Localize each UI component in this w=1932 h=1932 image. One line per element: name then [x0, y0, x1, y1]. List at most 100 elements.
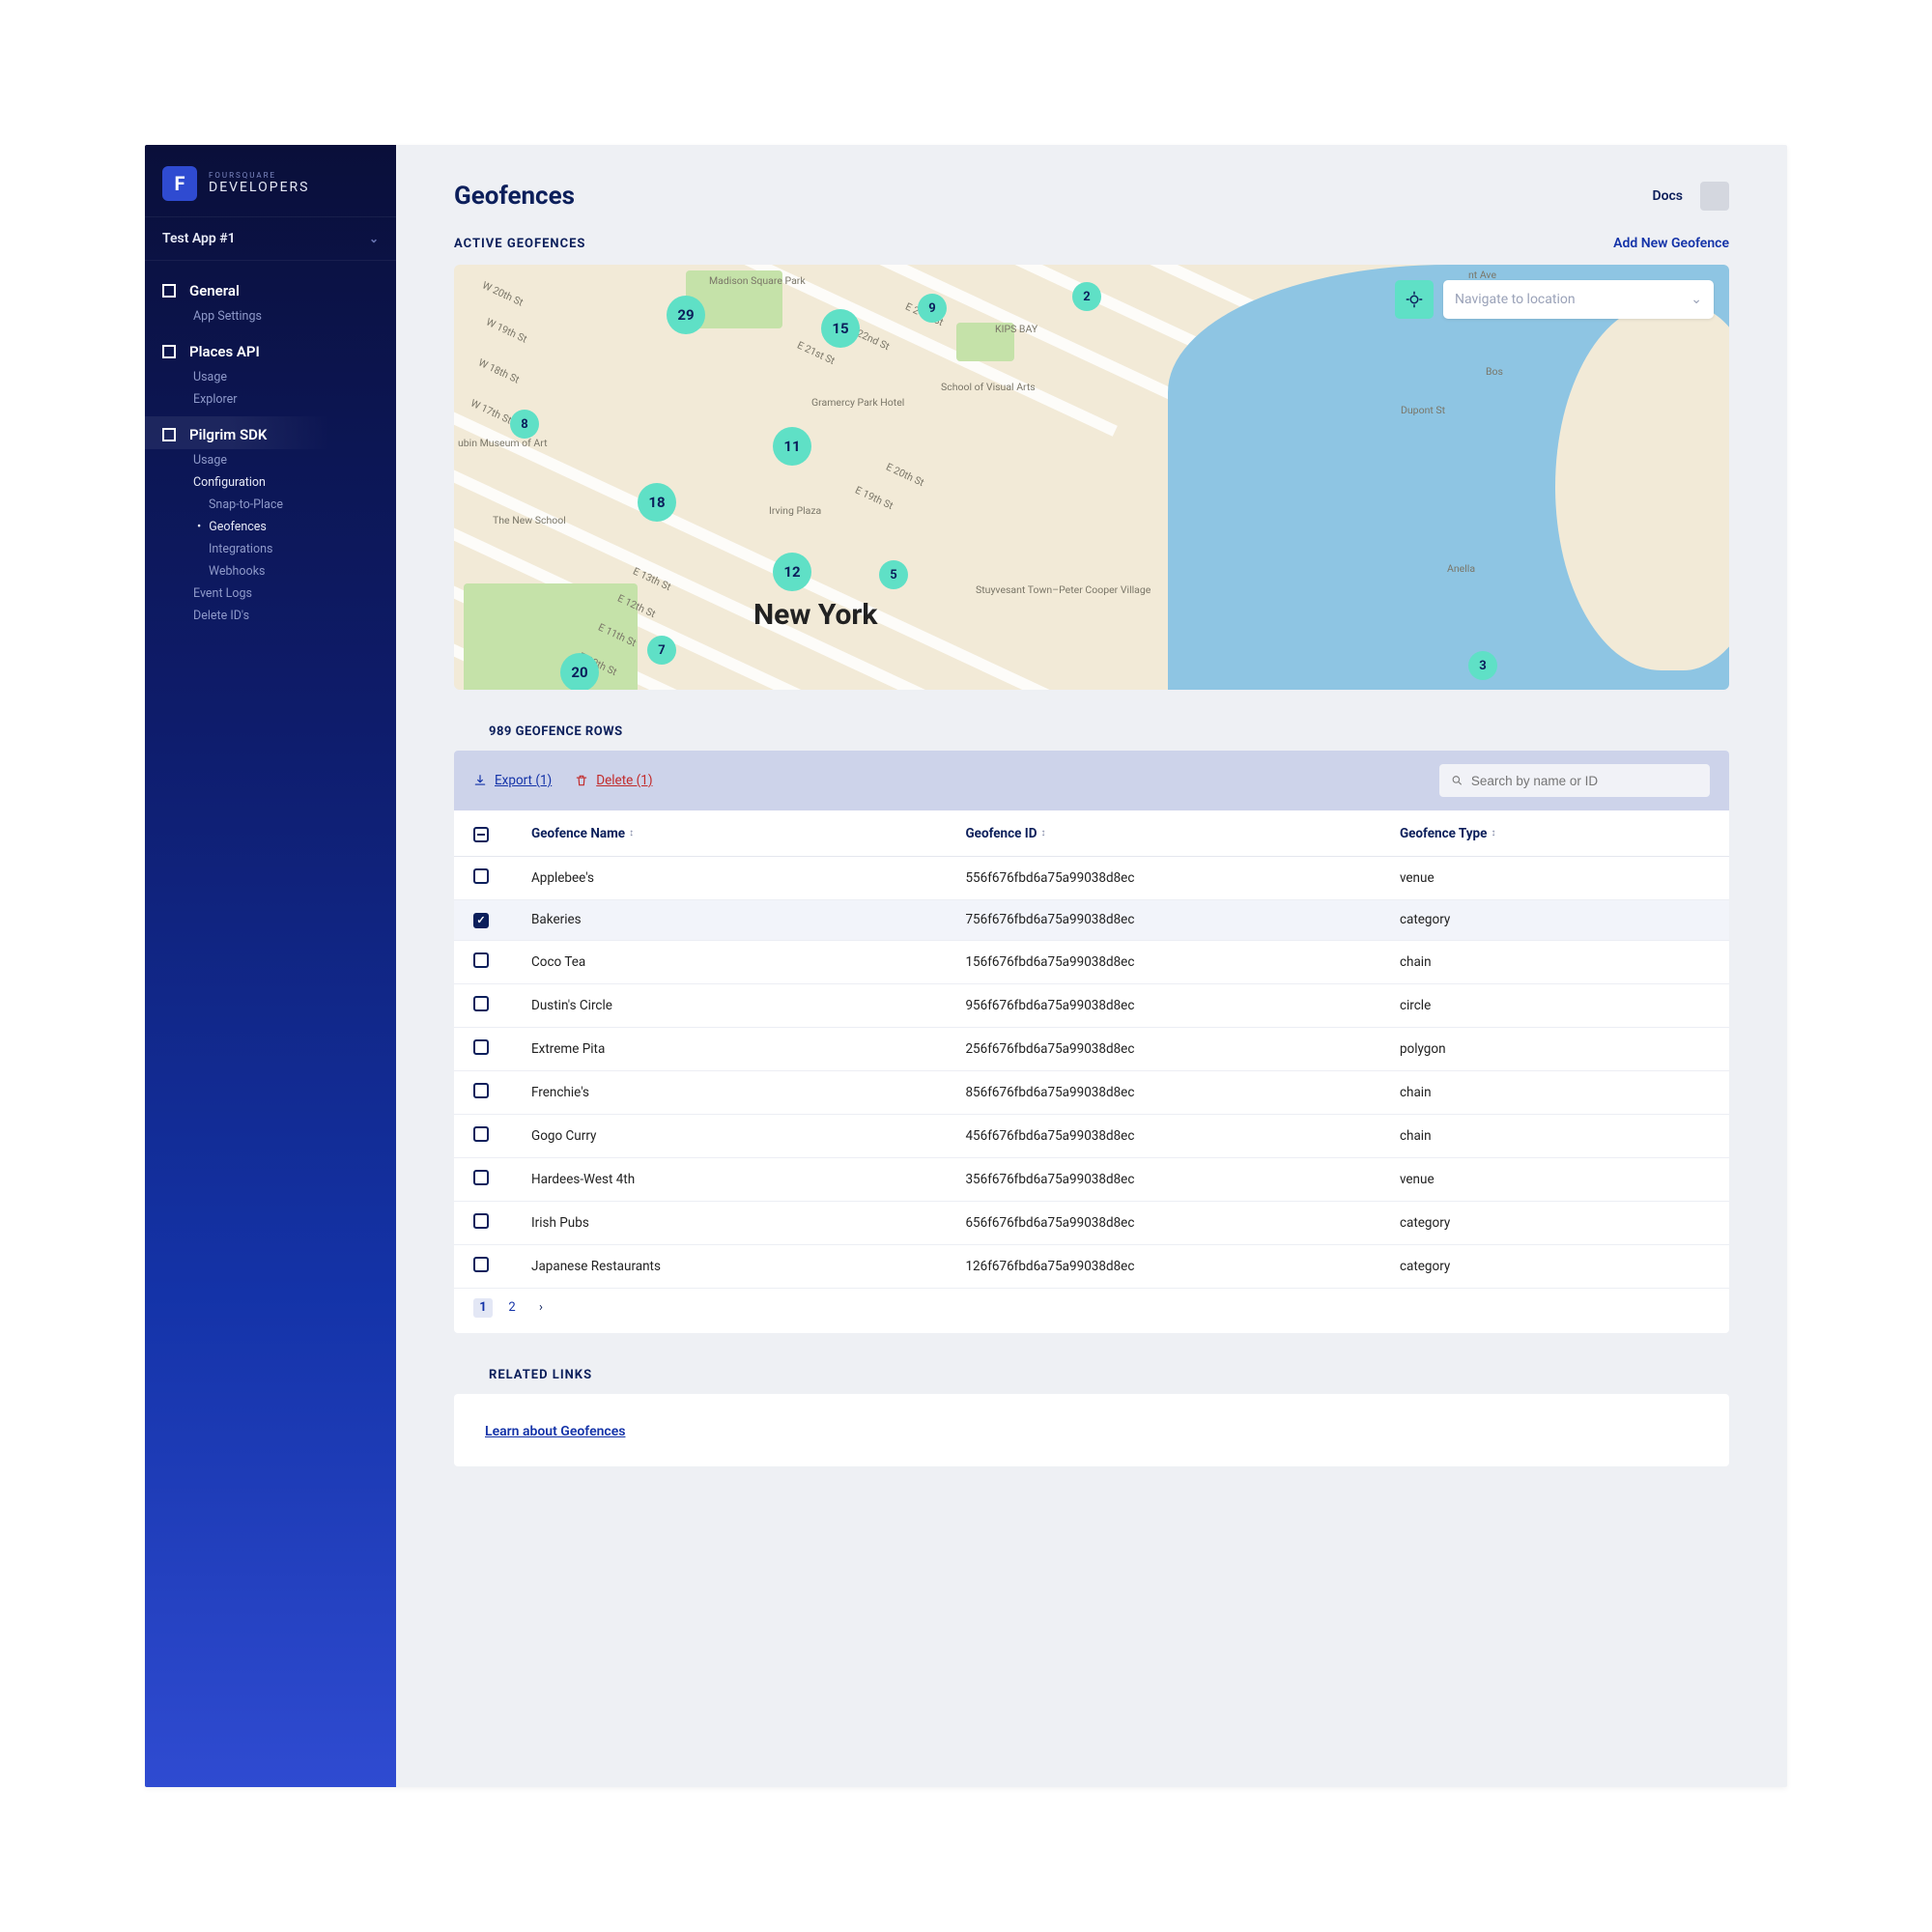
- page-2[interactable]: 2: [502, 1298, 522, 1318]
- docs-link[interactable]: Docs: [1652, 188, 1683, 204]
- col-type[interactable]: Geofence Type↕: [1400, 824, 1710, 842]
- delete-label: Delete (1): [596, 773, 652, 788]
- row-checkbox[interactable]: [473, 1257, 489, 1272]
- related-links-card: Learn about Geofences: [454, 1394, 1729, 1466]
- section-icon: [162, 428, 176, 441]
- cell-name: Applebee's: [531, 870, 965, 886]
- row-checkbox[interactable]: [473, 996, 489, 1011]
- sidebar-nav: General App Settings Places API Usage Explor…: [145, 261, 396, 633]
- table-row[interactable]: Coco Tea156f676fbd6a75a99038d8ecchain: [454, 941, 1729, 984]
- app-shell: F FOURSQUARE DEVELOPERS Test App #1 ⌄ Ge…: [145, 145, 1787, 1787]
- table-row[interactable]: Frenchie's856f676fbd6a75a99038d8ecchain: [454, 1071, 1729, 1115]
- sidebar-section[interactable]: Pilgrim SDK: [145, 416, 396, 449]
- sidebar-section[interactable]: Places API: [145, 333, 396, 366]
- geofence-cluster[interactable]: 7: [647, 636, 676, 665]
- map-city-label: New York: [753, 598, 877, 632]
- trash-icon: [575, 774, 588, 787]
- select-all-checkbox[interactable]: [473, 827, 489, 842]
- locate-button[interactable]: [1395, 280, 1434, 319]
- row-checkbox[interactable]: [473, 952, 489, 968]
- table-row[interactable]: Japanese Restaurants126f676fbd6a75a99038…: [454, 1245, 1729, 1289]
- map-label: Gramercy Park Hotel: [811, 396, 904, 409]
- cell-type: circle: [1400, 998, 1710, 1013]
- geofence-cluster[interactable]: 5: [879, 560, 908, 589]
- page-next[interactable]: ›: [531, 1298, 551, 1318]
- sidebar-item[interactable]: Webhooks: [209, 562, 265, 581]
- section-label: General: [189, 282, 240, 299]
- cell-id: 456f676fbd6a75a99038d8ec: [965, 1128, 1399, 1144]
- download-icon: [473, 774, 487, 787]
- col-id[interactable]: Geofence ID↕: [965, 824, 1399, 842]
- page-header: Geofences Docs: [454, 182, 1729, 211]
- sidebar-item[interactable]: Integrations: [209, 540, 272, 558]
- table-row[interactable]: Irish Pubs656f676fbd6a75a99038d8eccatego…: [454, 1202, 1729, 1245]
- section-icon: [162, 284, 176, 298]
- row-checkbox[interactable]: [473, 1170, 489, 1185]
- sort-icon: ↕: [1491, 828, 1495, 838]
- cell-name: Gogo Curry: [531, 1128, 965, 1144]
- export-button[interactable]: Export (1): [473, 773, 552, 788]
- row-checkbox[interactable]: [473, 868, 489, 884]
- avatar[interactable]: [1700, 182, 1729, 211]
- row-checkbox[interactable]: [473, 1039, 489, 1055]
- table-row[interactable]: Applebee's556f676fbd6a75a99038d8ecvenue: [454, 857, 1729, 900]
- table-row[interactable]: Bakeries756f676fbd6a75a99038d8eccategory: [454, 900, 1729, 941]
- sidebar-item[interactable]: Explorer: [193, 390, 396, 409]
- map-location-input[interactable]: Navigate to location ⌄: [1443, 280, 1714, 319]
- geofence-cluster[interactable]: 12: [773, 553, 811, 591]
- sidebar-section[interactable]: General: [145, 272, 396, 305]
- main-content: Geofences Docs ACTIVE GEOFENCES Add New …: [396, 145, 1787, 1787]
- delete-button[interactable]: Delete (1): [575, 773, 652, 788]
- sidebar-item[interactable]: Usage: [193, 451, 396, 469]
- app-selector-label: Test App #1: [162, 231, 236, 246]
- app-selector[interactable]: Test App #1 ⌄: [145, 216, 396, 261]
- map-label: School of Visual Arts: [941, 381, 1036, 393]
- add-geofence-link[interactable]: Add New Geofence: [1613, 236, 1729, 251]
- map-label: Bos: [1486, 365, 1503, 378]
- sidebar-item[interactable]: Configuration: [193, 473, 396, 492]
- cell-id: 756f676fbd6a75a99038d8ec: [965, 912, 1399, 927]
- table-row[interactable]: Gogo Curry456f676fbd6a75a99038d8ecchain: [454, 1115, 1729, 1158]
- geofence-cluster[interactable]: 3: [1468, 651, 1497, 680]
- crosshair-icon: [1406, 291, 1423, 308]
- col-name[interactable]: Geofence Name↕: [531, 824, 965, 842]
- geofence-cluster[interactable]: 2: [1072, 282, 1101, 311]
- geofence-cluster[interactable]: 20: [560, 653, 599, 690]
- cell-type: venue: [1400, 1172, 1710, 1187]
- geofence-table: Export (1) Delete (1) Geofence Name↕: [454, 751, 1729, 1333]
- table-row[interactable]: Hardees-West 4th356f676fbd6a75a99038d8ec…: [454, 1158, 1729, 1202]
- page-1[interactable]: 1: [473, 1298, 493, 1318]
- row-checkbox[interactable]: [473, 913, 489, 928]
- active-geofences-label: ACTIVE GEOFENCES: [454, 237, 585, 251]
- cell-id: 856f676fbd6a75a99038d8ec: [965, 1085, 1399, 1100]
- cell-type: chain: [1400, 1128, 1710, 1144]
- table-toolbar: Export (1) Delete (1): [454, 751, 1729, 810]
- row-checkbox[interactable]: [473, 1213, 489, 1229]
- sidebar-item[interactable]: Snap-to-Place: [209, 496, 283, 514]
- sidebar-item[interactable]: Delete ID's: [193, 607, 396, 625]
- sidebar-item[interactable]: Geofences: [209, 518, 267, 536]
- learn-geofences-link[interactable]: Learn about Geofences: [485, 1424, 625, 1439]
- table-row[interactable]: Extreme Pita256f676fbd6a75a99038d8ecpoly…: [454, 1028, 1729, 1071]
- table-row[interactable]: Dustin's Circle956f676fbd6a75a99038d8ecc…: [454, 984, 1729, 1028]
- geofence-map[interactable]: W 20th StW 19th StW 18th StW 17th StMadi…: [454, 265, 1729, 690]
- cell-name: Irish Pubs: [531, 1215, 965, 1231]
- row-checkbox[interactable]: [473, 1126, 489, 1142]
- geofence-cluster[interactable]: 9: [918, 294, 947, 323]
- geofence-cluster[interactable]: 11: [773, 427, 811, 466]
- sidebar-item[interactable]: App Settings: [193, 307, 396, 326]
- table-search[interactable]: [1439, 764, 1710, 797]
- geofence-cluster[interactable]: 8: [510, 410, 539, 439]
- cell-id: 356f676fbd6a75a99038d8ec: [965, 1172, 1399, 1187]
- geofence-cluster[interactable]: 29: [667, 296, 705, 334]
- cell-name: Hardees-West 4th: [531, 1172, 965, 1187]
- cell-type: category: [1400, 912, 1710, 927]
- geofence-cluster[interactable]: 15: [821, 309, 860, 348]
- sidebar-item[interactable]: Event Logs: [193, 584, 396, 603]
- sort-icon: ↕: [629, 828, 634, 838]
- sidebar-item[interactable]: Usage: [193, 368, 396, 386]
- section-icon: [162, 345, 176, 358]
- row-checkbox[interactable]: [473, 1083, 489, 1098]
- geofence-cluster[interactable]: 18: [638, 483, 676, 522]
- table-search-input[interactable]: [1471, 774, 1698, 788]
